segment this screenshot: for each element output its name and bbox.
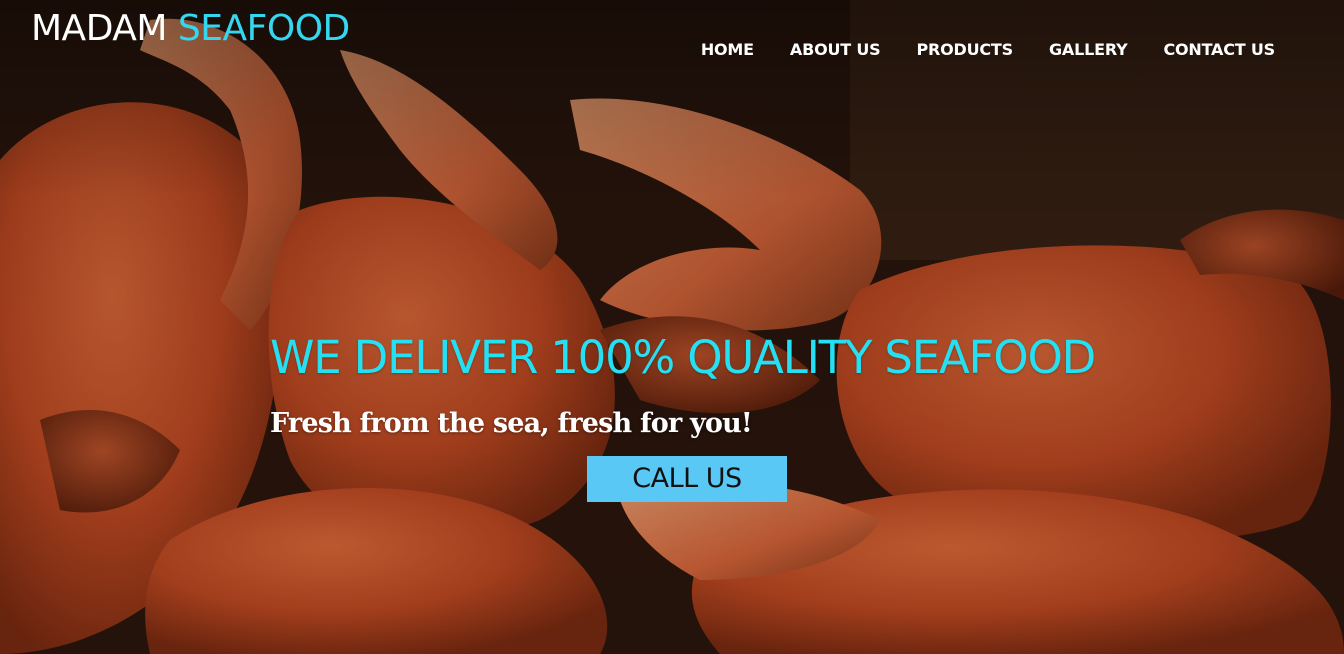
call-us-button[interactable]: CALL US [587, 456, 787, 502]
hero-background-image [0, 0, 1344, 654]
nav-item-home[interactable]: HOME [701, 39, 754, 61]
hero-headline: WE DELIVER 100% QUALITY SEAFOOD [270, 331, 1096, 384]
hero-section: MADAM SEAFOOD HOME ABOUT US PRODUCTS GAL… [0, 0, 1344, 654]
nav-item-about-us[interactable]: ABOUT US [790, 39, 881, 61]
logo-word-madam: MADAM [31, 8, 167, 49]
hero-subheadline: Fresh from the sea, fresh for you! [270, 408, 753, 439]
site-logo[interactable]: MADAM SEAFOOD [31, 7, 350, 51]
main-nav: HOME ABOUT US PRODUCTS GALLERY CONTACT U… [701, 39, 1275, 61]
logo-word-seafood: SEAFOOD [177, 8, 350, 49]
nav-item-gallery[interactable]: GALLERY [1049, 39, 1128, 61]
nav-item-contact-us[interactable]: CONTACT US [1163, 39, 1275, 61]
nav-item-products[interactable]: PRODUCTS [916, 39, 1013, 61]
